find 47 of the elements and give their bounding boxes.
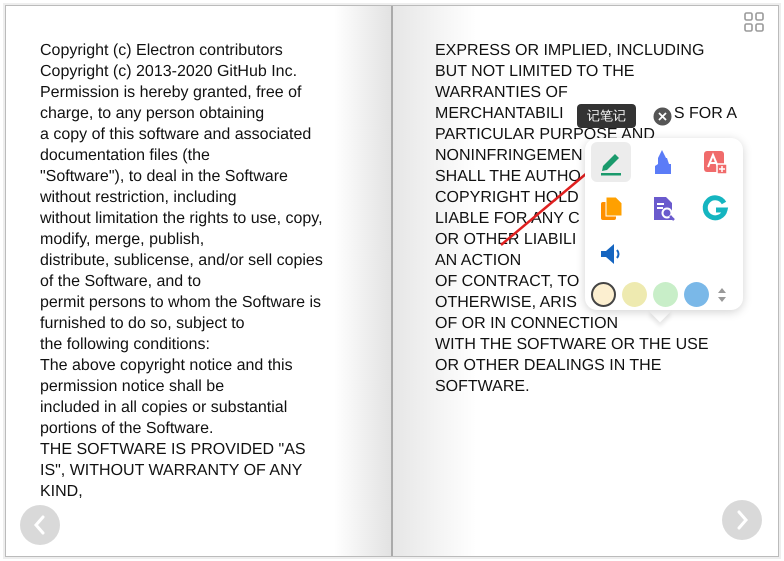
text-line: SOFTWARE. [435, 377, 530, 397]
text-line: OF OR IN CONNECTION [435, 314, 618, 334]
text-line: SHALL THE AUTHO [435, 167, 581, 187]
tool-button[interactable] [591, 142, 631, 182]
text-line: OF CONTRACT, TO [435, 272, 580, 292]
text-line: OR OTHER DEALINGS IN THE [435, 356, 662, 376]
close-icon[interactable] [653, 107, 672, 126]
grid-icon[interactable] [744, 12, 764, 32]
text-line: WARRANTIES OF [435, 83, 568, 103]
text-line: without limitation the rights to use, copy, [40, 209, 323, 229]
color-swatch[interactable] [653, 282, 678, 307]
text-line: THE SOFTWARE IS PROVIDED "AS [40, 440, 306, 460]
text-line: S FOR A [674, 104, 737, 124]
text-line: documentation files (the [40, 146, 210, 166]
text-line: charge, to any person obtaining [40, 104, 264, 124]
text-line: furnished to do so, subject to [40, 314, 245, 334]
tooltip: 记笔记 [577, 104, 636, 128]
text-line: Copyright (c) Electron contributors [40, 41, 283, 61]
text-line: without restriction, including [40, 188, 237, 208]
color-swatch[interactable] [684, 282, 709, 307]
text-line: included in all copies or substantial [40, 398, 288, 418]
color-swatch[interactable] [622, 282, 647, 307]
text-line: modify, merge, publish, [40, 230, 204, 250]
text-line: BUT NOT LIMITED TO THE [435, 62, 634, 82]
text-line: of the Software, and to [40, 272, 201, 292]
text-line: WITH THE SOFTWARE OR THE USE [435, 335, 708, 355]
text-line: a copy of this software and associated [40, 125, 312, 145]
text-line: portions of the Software. [40, 419, 214, 439]
color-swatch[interactable] [591, 282, 616, 307]
text-line: AN ACTION [435, 251, 522, 271]
text-line: "Software"), to deal in the Software [40, 167, 288, 187]
text-line: MERCHANTABILI [435, 104, 564, 124]
text-line: OTHERWISE, ARIS [435, 293, 577, 313]
text-line: The above copyright notice and this [40, 356, 293, 376]
text-line: KIND, [40, 482, 83, 502]
g-icon [701, 194, 729, 222]
text-line: EXPRESS OR IMPLIED, INCLUDING [435, 41, 704, 61]
text-line: permit persons to whom the Software is [40, 293, 322, 313]
sort-icon[interactable] [717, 286, 727, 302]
text-line: permission notice shall be [40, 377, 224, 397]
add-text-icon [701, 148, 729, 176]
text-line: NONINFRINGEMEN [435, 146, 583, 166]
text-line: distribute, sublicense, and/or sell copies [40, 251, 323, 271]
text-line: IS", WITHOUT WARRANTY OF ANY [40, 461, 302, 481]
text-line: Permission is hereby granted, free of [40, 83, 302, 103]
text-line: the following conditions: [40, 335, 210, 355]
text-line: Copyright (c) 2013-2020 GitHub Inc. [40, 62, 298, 82]
